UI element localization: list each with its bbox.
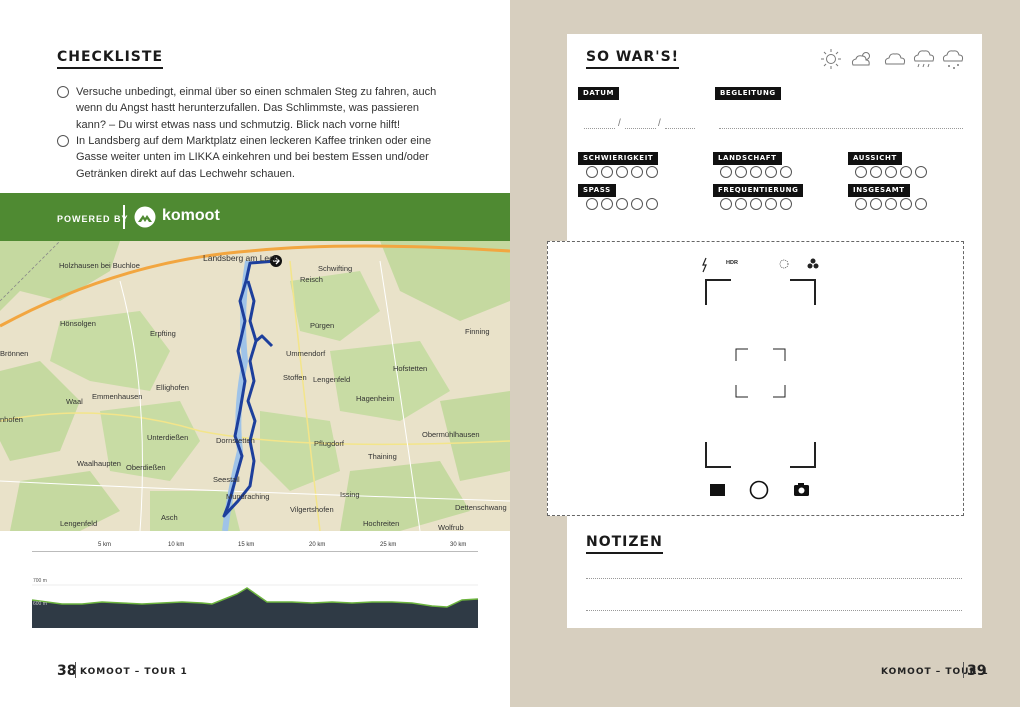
- checklist-item-text: Versuche unbedingt, einmal über so einen…: [76, 86, 437, 131]
- datum-tag: DATUM: [578, 87, 620, 100]
- map-label: Lengenfeld: [60, 519, 98, 528]
- map-label: Wolfrub: [438, 523, 464, 531]
- insgesamt-tag: INSGESAMT: [848, 184, 910, 197]
- map-label: Dornstetten: [216, 436, 255, 445]
- page-number: 38: [57, 663, 77, 679]
- landschaft-tag: LANDSCHAFT: [713, 152, 782, 165]
- left-page: CHECKLISTE Versuche unbedingt, einmal üb…: [0, 0, 510, 707]
- map-label: Dettenschwang: [455, 503, 507, 512]
- map-label: Reisch: [300, 275, 323, 284]
- checkbox-circle[interactable]: [57, 86, 69, 98]
- checklist-item-text: In Landsberg auf dem Marktplatz einen le…: [76, 135, 432, 180]
- spass-tag: SPASS: [578, 184, 616, 197]
- checklist-item: Versuche unbedingt, einmal über so einen…: [57, 84, 447, 133]
- divider: [123, 205, 125, 229]
- map-label: Ummendorf: [286, 349, 326, 358]
- cloud-icon[interactable]: [883, 48, 907, 70]
- so-wars-title: SO WAR'S!: [586, 49, 680, 69]
- brand-name: komoot: [162, 207, 220, 224]
- page-label: KOMOOT – TOUR 1: [80, 667, 188, 677]
- partly-cloudy-icon[interactable]: [849, 48, 875, 70]
- map-label: Waal: [66, 397, 83, 406]
- date-separator: /: [658, 118, 661, 129]
- map-label: Erpfting: [150, 329, 176, 338]
- map-label: Lengenfeld: [313, 375, 351, 384]
- divider: [75, 662, 76, 678]
- spass-rating[interactable]: [586, 198, 658, 210]
- komoot-logo-icon: [134, 206, 156, 228]
- map-label: Unterdießen: [147, 433, 189, 442]
- map-label: Mundraching: [226, 492, 270, 501]
- map-label: Stoffen: [283, 373, 307, 382]
- map-label: Thaining: [368, 452, 397, 461]
- page-number: 39: [967, 663, 987, 679]
- checkbox-circle[interactable]: [57, 135, 69, 147]
- notizen-title: NOTIZEN: [586, 534, 663, 554]
- frequentierung-rating[interactable]: [720, 198, 792, 210]
- map-label: Hönsolgen: [60, 319, 96, 328]
- date-day-field[interactable]: [584, 128, 615, 129]
- aussicht-rating[interactable]: [855, 166, 927, 178]
- date-year-field[interactable]: [665, 128, 695, 129]
- landschaft-rating[interactable]: [720, 166, 792, 178]
- route-map[interactable]: Landsberg am Lech Holzhausen bei Buchloe…: [0, 241, 510, 531]
- sun-icon[interactable]: [820, 48, 842, 70]
- begleitung-field[interactable]: [719, 128, 963, 129]
- photo-frame[interactable]: HDR: [547, 241, 964, 516]
- komoot-banner: POWERED BY komoot: [0, 193, 510, 241]
- map-label: Oberdießen: [126, 463, 166, 472]
- schwierigkeit-tag: SCHWIERIGKEIT: [578, 152, 659, 165]
- insgesamt-rating[interactable]: [855, 198, 927, 210]
- map-label: Hochreiten: [363, 519, 400, 528]
- map-label: Ellighofen: [156, 383, 189, 392]
- date-separator: /: [618, 118, 621, 129]
- frequentierung-tag: FREQUENTIERUNG: [713, 184, 804, 197]
- map-label: Hagenheim: [356, 394, 395, 403]
- powered-by-label: POWERED BY: [57, 214, 129, 224]
- checklist-title: CHECKLISTE: [57, 49, 164, 69]
- map-label: Brönnen: [0, 349, 29, 358]
- map-label: Obermühlhausen: [422, 430, 480, 439]
- map-label: Landsberg am Lech: [203, 253, 279, 263]
- map-label: Hofstetten: [393, 364, 428, 373]
- map-label: Finning: [465, 327, 490, 336]
- checklist-item: In Landsberg auf dem Marktplatz einen le…: [57, 133, 447, 182]
- notes-line[interactable]: [586, 610, 962, 611]
- elev-label: 700 m: [33, 578, 47, 584]
- elevation-chart: [32, 584, 478, 628]
- rain-icon[interactable]: [912, 48, 936, 72]
- hdr-label: HDR: [726, 260, 738, 266]
- elevation-profile: 5 km 10 km 15 km 20 km 25 km 30 km 700 m…: [32, 540, 478, 630]
- map-label: Pürgen: [310, 321, 335, 330]
- schwierigkeit-rating[interactable]: [586, 166, 658, 178]
- date-month-field[interactable]: [625, 128, 656, 129]
- snow-icon[interactable]: [941, 48, 965, 72]
- map-label: Pflugdorf: [314, 439, 345, 448]
- camera-viewfinder: [702, 257, 819, 500]
- map-label: nhofen: [0, 415, 23, 424]
- map-background: [0, 241, 510, 531]
- aussicht-tag: AUSSICHT: [848, 152, 902, 165]
- map-label: Issing: [340, 490, 360, 499]
- map-label: Schwifting: [318, 264, 353, 273]
- map-label: Waalhaupten: [77, 459, 121, 468]
- divider: [963, 662, 964, 678]
- elev-label: 600 m: [33, 601, 47, 607]
- begleitung-tag: BEGLEITUNG: [715, 87, 781, 100]
- map-label: Asch: [161, 513, 178, 522]
- map-label: Seestall: [213, 475, 240, 484]
- map-label: Emmenhausen: [92, 392, 143, 401]
- map-label: Holzhausen bei Buchloe: [59, 261, 140, 270]
- notes-line[interactable]: [586, 578, 962, 579]
- map-label: Vilgertshofen: [290, 505, 334, 514]
